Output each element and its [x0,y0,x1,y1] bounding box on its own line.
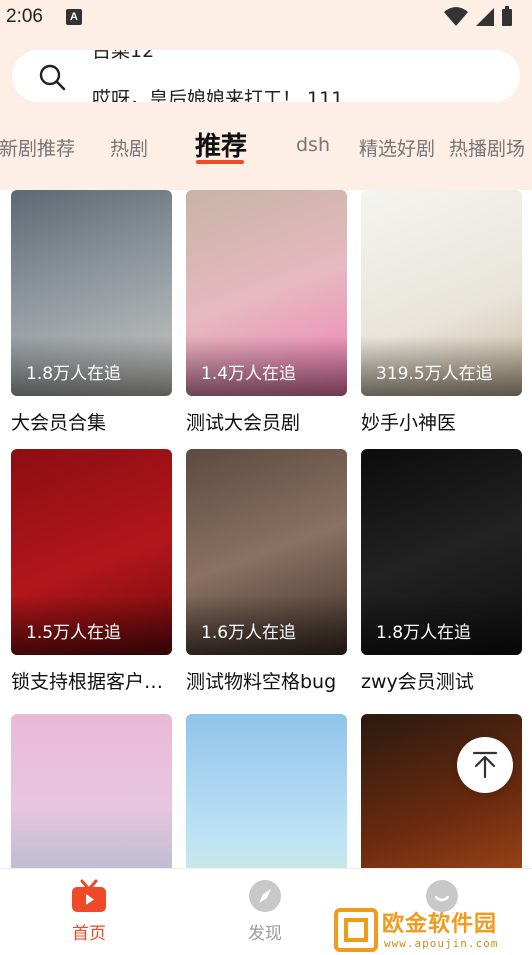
drama-card[interactable]: 1.8万人在追 大会员合集 [11,190,172,435]
drama-poster: 1.8万人在追 [11,190,172,396]
drama-card[interactable]: 1.4万人在追 测试大会员剧 [186,190,347,435]
drama-title: 大会员合集 [11,412,107,434]
watermark-logo-icon [334,908,378,952]
tab-new-drama[interactable]: 新剧推荐 [0,134,75,161]
nav-home-label: 首页 [72,924,106,944]
follower-count: 319.5万人在追 [376,364,493,384]
follower-count: 1.8万人在追 [376,623,472,643]
notification-icon: A [66,9,82,25]
drama-poster: 319.5万人在追 [361,190,522,396]
status-time: 2:06 [6,6,43,27]
back-to-top-button[interactable] [457,737,513,793]
follower-count: 1.5万人在追 [26,623,122,643]
drama-poster [186,714,347,868]
drama-poster: 1.4万人在追 [186,190,347,396]
drama-poster: 1.6万人在追 [186,449,347,655]
tab-dsh[interactable]: dsh [296,134,330,156]
status-icons [444,6,524,28]
drama-poster: 1.5万人在追 [11,449,172,655]
drama-card[interactable] [11,714,172,868]
watermark: 欧金软件园 www.apoujin.com [334,905,526,955]
drama-poster: 1.8万人在追 [361,449,522,655]
tab-recommend[interactable]: 推荐 [195,126,247,163]
drama-title: 妙手小神医 [361,412,457,434]
battery-icon [502,6,512,26]
status-bar: 2:06 A [0,0,532,36]
drama-title: 测试大会员剧 [186,412,301,434]
category-tabs: 新剧推荐 热剧 推荐 dsh 精选好剧 热播剧场 [0,120,532,172]
drama-title: 锁支持根据客户… [11,671,164,693]
nav-home[interactable]: 首页 [49,879,129,944]
follower-count: 1.8万人在追 [26,364,122,384]
watermark-url: www.apoujin.com [384,937,499,950]
follower-count: 1.6万人在追 [201,623,297,643]
drama-card[interactable] [361,714,522,868]
active-tab-indicator [196,160,244,164]
nav-discover-label: 发现 [248,924,282,944]
search-suggestions[interactable]: 古菜12 哎呀，皇后娘娘来打工！ 111 [92,50,512,102]
drama-title: 测试物料空格bug [186,671,337,693]
compass-icon [249,880,281,912]
watermark-text: 欧金软件园 [382,911,498,937]
search-icon [39,64,66,91]
wifi-icon [444,7,468,26]
drama-card[interactable]: 1.6万人在追 测试物料空格bug [186,449,347,694]
signal-icon [476,8,494,26]
tab-selected-drama[interactable]: 精选好剧 [359,134,435,161]
drama-card[interactable] [186,714,347,868]
arrow-up-icon [472,751,498,779]
follower-count: 1.4万人在追 [201,364,297,384]
nav-discover[interactable]: 发现 [225,879,305,944]
drama-card[interactable]: 319.5万人在追 妙手小神医 [361,190,522,435]
drama-poster [11,714,172,868]
search-bar[interactable]: 古菜12 哎呀，皇后娘娘来打工！ 111 [12,50,520,102]
drama-poster [361,714,522,868]
drama-grid: 1.8万人在追 大会员合集 1.4万人在追 测试大会员剧 319.5万人在追 妙… [0,190,532,868]
drama-card[interactable]: 1.5万人在追 锁支持根据客户… [11,449,172,694]
drama-title: zwy会员测试 [361,671,474,693]
search-suggestion: 古菜12 [92,50,155,62]
search-suggestion: 哎呀，皇后娘娘来打工！ 111 [92,88,344,102]
drama-card[interactable]: 1.8万人在追 zwy会员测试 [361,449,522,694]
tv-home-icon [72,879,106,912]
tab-hot-drama[interactable]: 热剧 [110,134,148,161]
tab-hot-theater[interactable]: 热播剧场 [449,134,525,161]
